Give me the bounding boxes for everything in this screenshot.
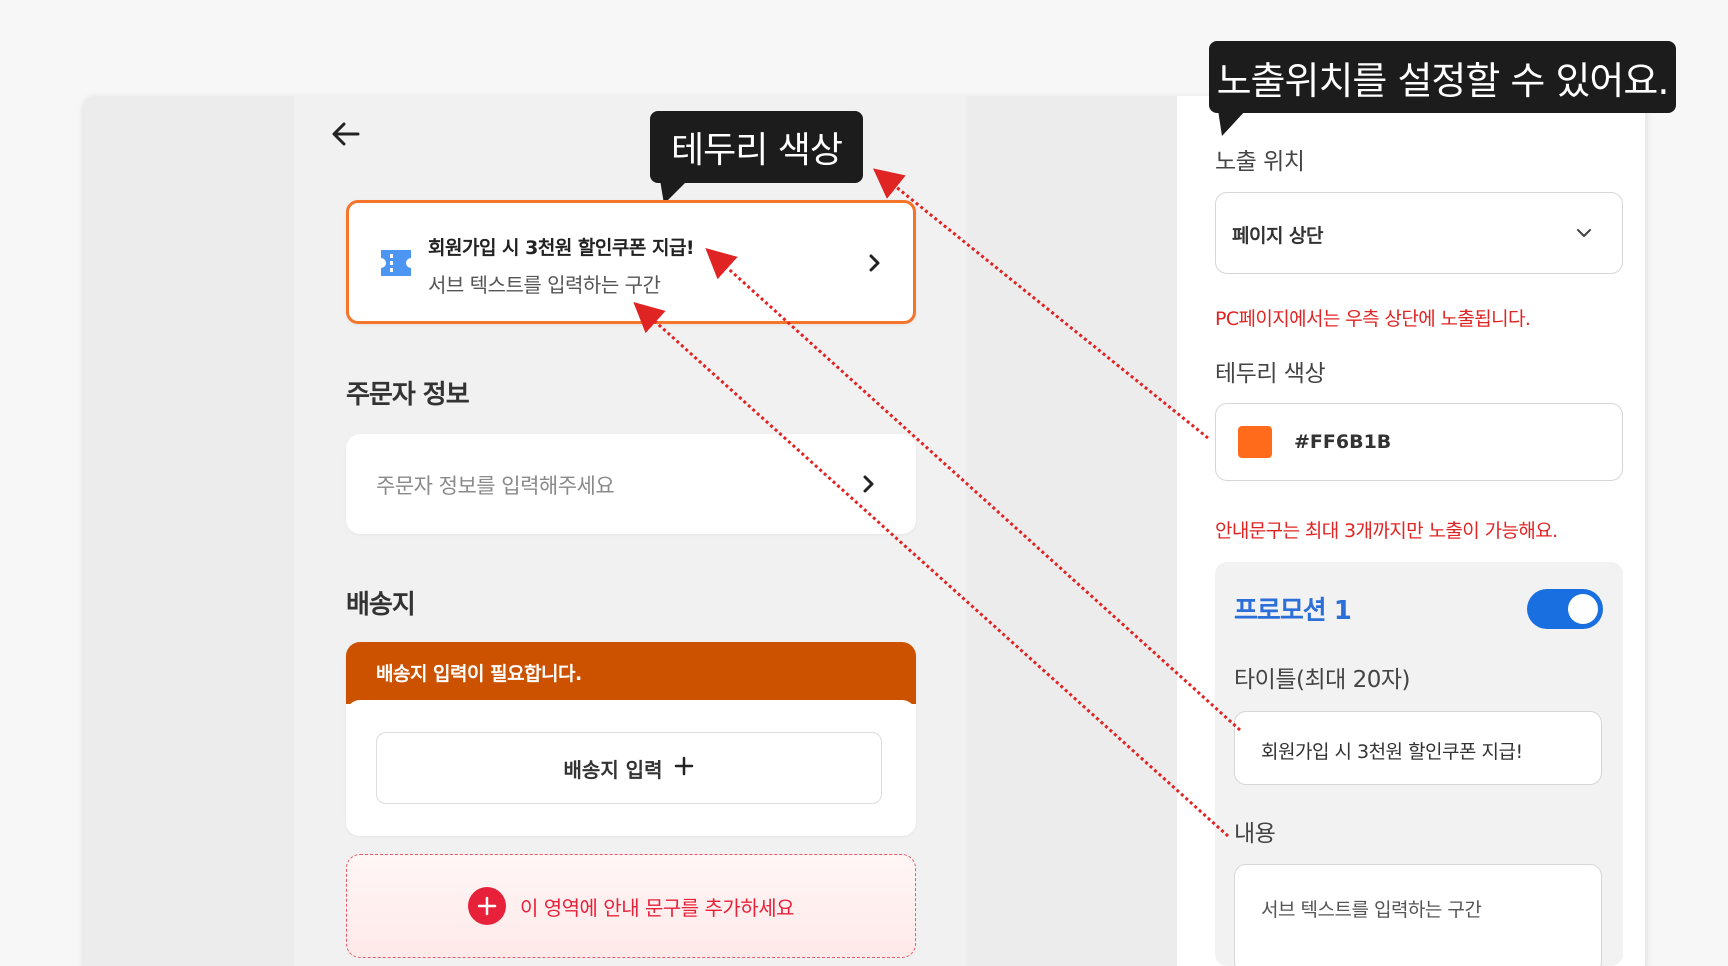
- banner-subtitle: 서브 텍스트를 입력하는 구간: [428, 273, 661, 297]
- shipping-card-body: 배송지 입력: [346, 700, 916, 836]
- position-select-value: 페이지 상단: [1232, 225, 1324, 247]
- orderer-info-placeholder: 주문자 정보를 입력해주세요: [376, 474, 615, 498]
- tooltip-border-color-text: 테두리 색상: [670, 130, 843, 171]
- back-arrow-icon[interactable]: [328, 116, 364, 152]
- limit-note: 안내문구는 최대 3개까지만 노출이 가능해요.: [1215, 520, 1558, 542]
- chevron-right-icon: [858, 472, 878, 496]
- tooltip-position: 노출위치를 설정할 수 있어요.: [1209, 41, 1676, 113]
- title-input[interactable]: 회원가입 시 3천원 할인쿠폰 지급!: [1234, 711, 1602, 785]
- shipping-input-button-label: 배송지 입력: [563, 757, 663, 782]
- toggle-knob: [1568, 594, 1598, 624]
- tooltip-position-tail: [1218, 110, 1246, 136]
- banner-title: 회원가입 시 3천원 할인쿠폰 지급!: [428, 237, 695, 259]
- tooltip-position-text: 노출위치를 설정할 수 있어요.: [1216, 58, 1670, 103]
- position-label: 노출 위치: [1215, 149, 1305, 175]
- shipping-input-button[interactable]: 배송지 입력: [376, 732, 882, 804]
- shipping-section-title: 배송지: [346, 590, 416, 620]
- chevron-right-icon: [864, 251, 884, 275]
- position-note: PC페이지에서는 우측 상단에 노출됩니다.: [1215, 308, 1531, 330]
- tooltip-border-color: 테두리 색상: [650, 111, 863, 183]
- add-notice-area[interactable]: 이 영역에 안내 문구를 추가하세요: [346, 854, 916, 958]
- orderer-section-title: 주문자 정보: [346, 380, 470, 410]
- border-color-value: #FF6B1B: [1294, 431, 1392, 453]
- content-field-label: 내용: [1234, 821, 1276, 847]
- border-color-label: 테두리 색상: [1215, 361, 1326, 387]
- ticket-icon: [379, 247, 413, 279]
- promotion-banner[interactable]: 회원가입 시 3천원 할인쿠폰 지급! 서브 텍스트를 입력하는 구간: [346, 200, 916, 324]
- promotion-toggle[interactable]: [1527, 589, 1603, 629]
- add-notice-label: 이 영역에 안내 문구를 추가하세요: [519, 895, 795, 920]
- add-circle-icon: [467, 887, 506, 925]
- orderer-info-card[interactable]: 주문자 정보를 입력해주세요: [346, 434, 916, 534]
- shipping-card: 배송지 입력이 필요합니다. 배송지 입력: [346, 642, 916, 836]
- color-swatch[interactable]: [1238, 426, 1272, 458]
- shipping-warning-bar: 배송지 입력이 필요합니다.: [346, 642, 916, 704]
- title-input-value: 회원가입 시 3천원 할인쿠폰 지급!: [1261, 741, 1523, 763]
- border-color-picker[interactable]: #FF6B1B: [1215, 403, 1623, 481]
- plus-icon: [674, 756, 694, 781]
- chevron-down-icon: [1574, 223, 1594, 243]
- position-select[interactable]: 페이지 상단: [1215, 192, 1623, 274]
- title-field-label: 타이틀(최대 20자): [1234, 667, 1410, 693]
- content-input[interactable]: 서브 텍스트를 입력하는 구간: [1234, 864, 1602, 966]
- promotion-title: 프로모션 1: [1234, 596, 1352, 626]
- content-input-value: 서브 텍스트를 입력하는 구간: [1261, 899, 1482, 921]
